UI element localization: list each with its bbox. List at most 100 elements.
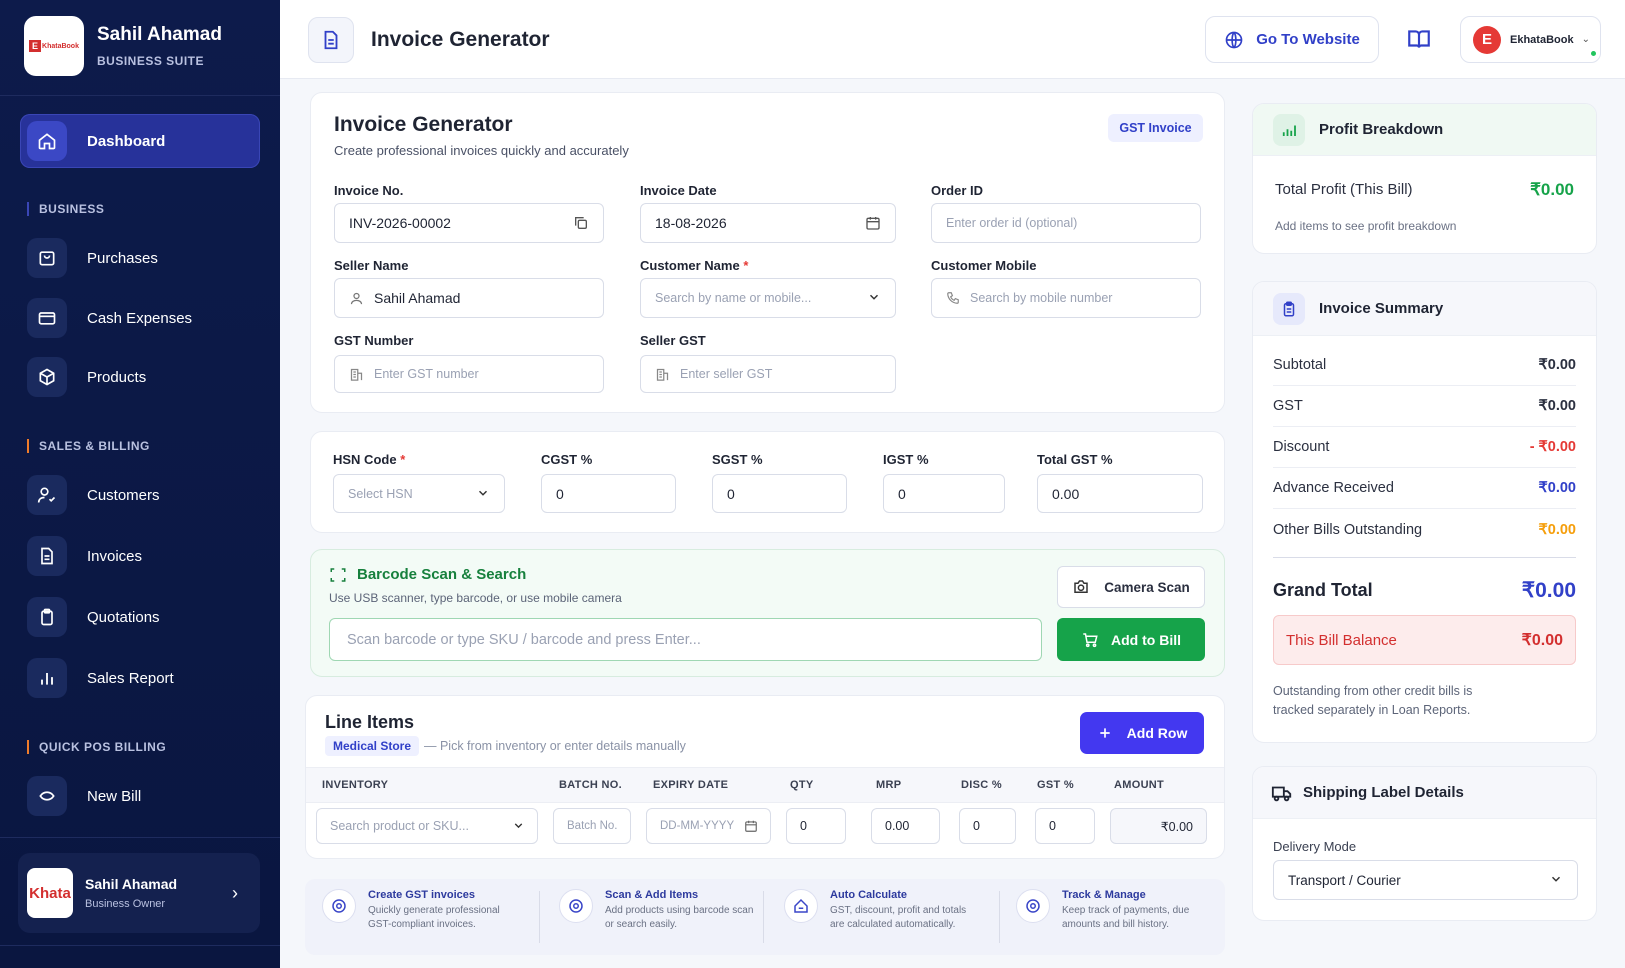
total-profit-label: Total Profit (This Bill) xyxy=(1275,181,1413,198)
igst-label: IGST % xyxy=(883,452,929,467)
expiry-input[interactable]: DD-MM-YYYY xyxy=(646,808,771,844)
document-icon xyxy=(27,536,67,576)
batch-input[interactable]: Batch No. xyxy=(553,808,631,844)
summary-row-discount: Discount - ₹0.00 xyxy=(1273,427,1576,468)
sidebar-divider xyxy=(0,945,280,946)
topbar: Invoice Generator Go To Website E Ekhata… xyxy=(280,0,1625,79)
sidebar-item-label: Cash Expenses xyxy=(87,309,193,327)
customer-mobile-input[interactable]: Search by mobile number xyxy=(931,278,1201,318)
summary-value: ₹0.00 xyxy=(1538,398,1576,414)
sidebar-item-sales-report[interactable]: Sales Report xyxy=(20,651,260,705)
sidebar-item-products[interactable]: Products xyxy=(20,350,260,404)
gst-number-input[interactable]: Enter GST number xyxy=(334,355,604,393)
chevron-down-icon xyxy=(512,819,525,835)
barcode-title: Barcode Scan & Search xyxy=(357,566,527,583)
profit-header: Profit Breakdown xyxy=(1253,104,1596,156)
profit-breakdown-card: Profit Breakdown Total Profit (This Bill… xyxy=(1252,103,1597,254)
gst-number-placeholder: Enter GST number xyxy=(374,367,479,381)
seller-gst-label: Seller GST xyxy=(640,333,706,348)
cgst-input[interactable]: 0 xyxy=(541,474,676,513)
calendar-icon[interactable] xyxy=(865,215,881,231)
seller-name-field[interactable]: Sahil Ahamad xyxy=(334,278,604,318)
chevron-down-icon xyxy=(476,486,490,500)
feature-desc: GST, discount, profit and totals are cal… xyxy=(830,905,967,930)
disc-input[interactable]: 0 xyxy=(959,808,1016,844)
chevron-down-icon xyxy=(1549,872,1563,886)
summary-row-advance: Advance Received ₹0.00 xyxy=(1273,468,1576,509)
total-gst-input[interactable]: 0.00 xyxy=(1037,474,1203,513)
sidebar-item-dashboard[interactable]: Dashboard xyxy=(20,114,260,168)
sidebar-divider xyxy=(0,95,280,96)
summary-note: Outstanding from other credit bills is t… xyxy=(1273,684,1473,717)
seller-gst-input[interactable]: Enter seller GST xyxy=(640,355,896,393)
card-title: Invoice Generator xyxy=(334,113,513,136)
go-to-website-button[interactable]: Go To Website xyxy=(1205,16,1379,63)
gst-input[interactable]: 0 xyxy=(1035,808,1095,844)
sidebar-item-invoices[interactable]: Invoices xyxy=(20,529,260,583)
seller-name-label: Seller Name xyxy=(334,258,409,273)
summary-label: Discount xyxy=(1273,439,1330,455)
column-header-mrp: MRP xyxy=(876,779,902,791)
expiry-placeholder: DD-MM-YYYY xyxy=(660,820,735,832)
inventory-select[interactable]: Search product or SKU... xyxy=(316,808,538,844)
clipboard-icon xyxy=(1273,292,1305,325)
feature-desc: Keep track of payments, due amounts and … xyxy=(1062,905,1190,930)
profit-title: Profit Breakdown xyxy=(1319,121,1444,138)
add-row-button[interactable]: Add Row xyxy=(1080,712,1204,754)
gst-number-label: GST Number xyxy=(334,333,414,348)
cgst-label: CGST % xyxy=(541,452,593,467)
account-menu[interactable]: E EkhataBook ⌄ xyxy=(1460,16,1601,63)
customer-name-select[interactable]: Search by name or mobile... xyxy=(640,278,896,318)
sidebar-item-new-bill[interactable]: New Bill xyxy=(20,769,260,823)
chevron-down-icon xyxy=(867,290,881,304)
qty-input[interactable]: 0 xyxy=(786,808,846,844)
delivery-mode-value: Transport / Courier xyxy=(1288,872,1401,888)
order-id-input[interactable]: Enter order id (optional) xyxy=(931,203,1201,243)
invoice-details-card: Invoice Generator Create professional in… xyxy=(310,92,1225,413)
sidebar-item-label: Products xyxy=(87,368,147,386)
sgst-input[interactable]: 0 xyxy=(712,474,847,513)
summary-label: Advance Received xyxy=(1273,480,1394,496)
total-profit-value: ₹0.00 xyxy=(1530,180,1574,199)
mrp-input[interactable]: 0.00 xyxy=(871,808,940,844)
hsn-code-select[interactable]: Select HSN xyxy=(333,474,505,513)
igst-input[interactable]: 0 xyxy=(883,474,1005,513)
inventory-placeholder: Search product or SKU... xyxy=(330,819,469,833)
gst-invoice-badge[interactable]: GST Invoice xyxy=(1108,114,1203,142)
sidebar-item-customers[interactable]: Customers xyxy=(20,468,260,522)
copy-icon[interactable] xyxy=(573,215,589,231)
sidebar-item-purchases[interactable]: Purchases xyxy=(20,231,260,285)
barcode-input[interactable]: Scan barcode or type SKU / barcode and p… xyxy=(329,618,1042,661)
user-card[interactable]: Khata Sahil Ahamad Business Owner › xyxy=(18,853,260,933)
bar-chart-icon xyxy=(1273,113,1305,146)
column-header-disc: DISC % xyxy=(961,779,1002,791)
invoice-no-field[interactable]: INV-2026-00002 xyxy=(334,203,604,243)
user-logo: Khata xyxy=(27,868,73,918)
section-business: BUSINESS xyxy=(27,202,104,216)
hsn-code-label: HSN Code * xyxy=(333,452,405,467)
invoice-date-field[interactable]: 18-08-2026 xyxy=(640,203,896,243)
delivery-mode-select[interactable]: Transport / Courier xyxy=(1273,860,1578,900)
line-items-card: Line Items Medical Store — Pick from inv… xyxy=(305,695,1225,859)
brand[interactable]: E KhataBook Sahil Ahamad BUSINESS SUITE xyxy=(24,16,222,76)
delivery-mode-label: Delivery Mode xyxy=(1273,839,1357,854)
bar-chart-icon xyxy=(27,658,67,698)
sidebar-item-cash-expenses[interactable]: Cash Expenses xyxy=(20,291,260,345)
column-header-gst: GST % xyxy=(1037,779,1074,791)
feature-title: Auto Calculate xyxy=(830,889,908,901)
camera-scan-button[interactable]: Camera Scan xyxy=(1057,566,1205,608)
summary-row-gst: GST ₹0.00 xyxy=(1273,386,1576,427)
invoice-summary-card: Invoice Summary Subtotal ₹0.00 GST ₹0.00 D… xyxy=(1252,281,1597,743)
card-subtitle: Create professional invoices quickly and… xyxy=(334,143,629,158)
calendar-icon[interactable] xyxy=(744,819,758,836)
column-header-amount: AMOUNT xyxy=(1114,779,1165,791)
avatar: E xyxy=(1473,25,1501,54)
add-to-bill-button[interactable]: Add to Bill xyxy=(1057,618,1205,661)
sidebar-item-quotations[interactable]: Quotations xyxy=(20,590,260,644)
customer-mobile-label: Customer Mobile xyxy=(931,258,1037,273)
book-icon[interactable] xyxy=(1406,26,1432,57)
barcode-scan-card: Barcode Scan & Search Use USB scanner, t… xyxy=(310,549,1225,677)
summary-label: GST xyxy=(1273,398,1303,414)
camera-icon xyxy=(1074,580,1088,593)
amount-value: ₹0.00 xyxy=(1110,808,1207,844)
